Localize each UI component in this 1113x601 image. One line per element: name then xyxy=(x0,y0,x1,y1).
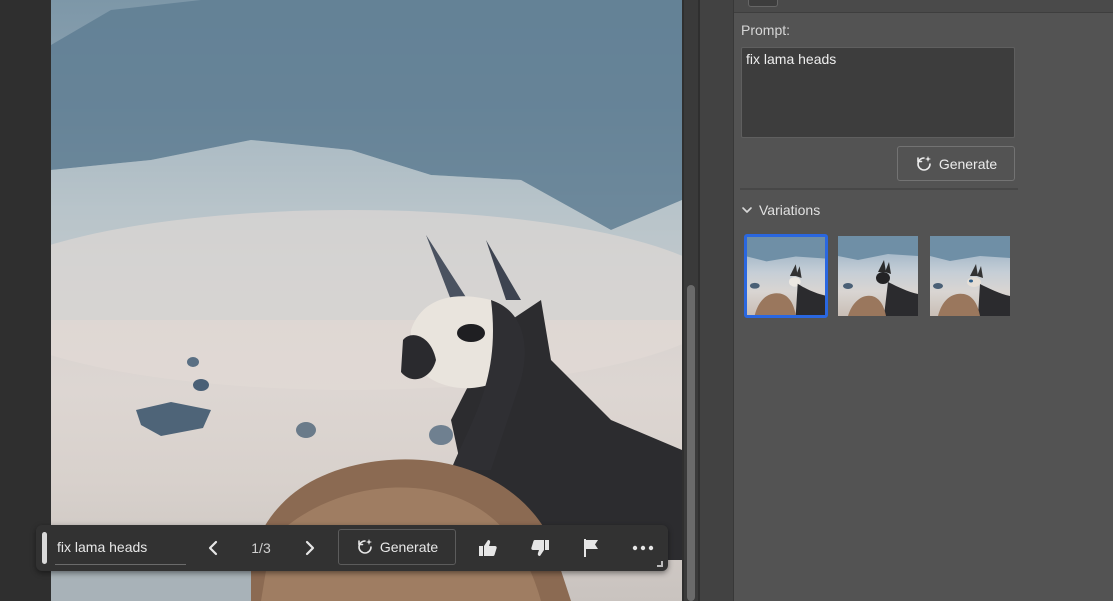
panel-dock-gutter xyxy=(700,0,734,601)
taskbar-prompt-field[interactable]: fix lama heads xyxy=(55,533,186,565)
properties-panel: Prompt: fix lama heads Generate Variatio… xyxy=(734,0,1113,601)
canvas-document-image[interactable] xyxy=(51,0,682,601)
variation-image xyxy=(838,236,918,316)
refresh-sparkle-icon xyxy=(358,539,372,554)
thumbs-up-icon xyxy=(479,540,497,556)
more-options-button[interactable] xyxy=(628,532,658,564)
canvas-scrollbar[interactable] xyxy=(684,0,698,601)
panel-generate-label: Generate xyxy=(938,155,998,172)
taskbar-drag-handle[interactable] xyxy=(42,532,47,564)
refresh-sparkle-icon xyxy=(917,155,931,171)
llama-photo xyxy=(51,0,682,601)
contextual-taskbar: fix lama heads 1/3 Generate xyxy=(36,525,668,571)
chevron-left-icon xyxy=(208,540,218,556)
variation-image xyxy=(747,237,825,315)
variations-label: Variations xyxy=(759,202,821,218)
prompt-label: Prompt: xyxy=(741,22,791,38)
next-variation-button[interactable] xyxy=(298,532,322,564)
variations-section-toggle[interactable]: Variations xyxy=(741,202,820,218)
panel-generate-button[interactable]: Generate xyxy=(897,146,1015,181)
taskbar-generate-label: Generate xyxy=(379,539,439,555)
canvas-scroll-thumb[interactable] xyxy=(687,285,695,601)
previous-variation-button[interactable] xyxy=(201,532,225,564)
ellipsis-icon xyxy=(632,545,654,551)
variation-counter: 1/3 xyxy=(251,540,271,556)
canvas-area xyxy=(0,0,700,601)
taskbar-generate-button[interactable]: Generate xyxy=(338,529,456,565)
panel-top-bar xyxy=(734,0,1113,13)
chevron-down-icon xyxy=(742,207,752,213)
panel-separator xyxy=(740,188,1018,190)
variations-grid xyxy=(744,234,1014,318)
chevron-right-icon xyxy=(305,540,315,556)
variation-thumbnail-2[interactable] xyxy=(838,236,918,316)
panel-top-tab[interactable] xyxy=(748,0,778,7)
taskbar-resize-corner[interactable] xyxy=(657,561,663,567)
thumbs-down-button[interactable] xyxy=(526,532,554,564)
variation-image xyxy=(930,236,1010,316)
flag-icon xyxy=(584,539,598,557)
thumbs-down-icon xyxy=(531,540,549,556)
variation-thumbnail-1[interactable] xyxy=(744,234,828,318)
variation-thumbnail-3[interactable] xyxy=(930,236,1010,316)
thumbs-up-button[interactable] xyxy=(474,532,502,564)
prompt-textarea[interactable]: fix lama heads xyxy=(741,47,1015,138)
report-flag-button[interactable] xyxy=(577,532,605,564)
